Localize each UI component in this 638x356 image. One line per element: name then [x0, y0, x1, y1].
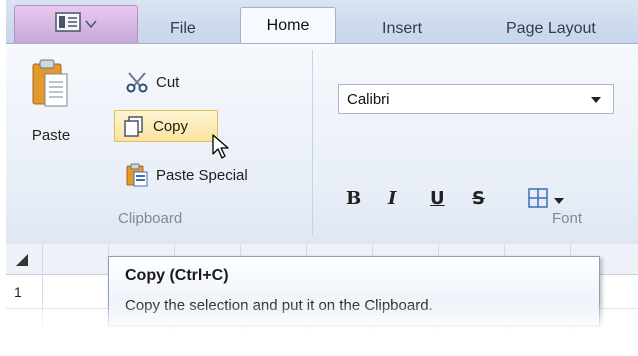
chevron-down-icon: [554, 192, 564, 210]
app-window: File Home Insert Page Layout Paste Cut C…: [6, 0, 638, 330]
paste-special-button[interactable]: Paste Special: [118, 160, 254, 190]
tab-page-layout[interactable]: Page Layout: [506, 20, 596, 38]
mouse-pointer-icon: [212, 134, 230, 165]
paste-special-icon: [124, 163, 150, 187]
cut-button[interactable]: Cut: [118, 68, 185, 96]
font-name-value: Calibri: [347, 91, 390, 108]
clipboard-group-label: Clipboard: [118, 210, 183, 227]
tab-file[interactable]: File: [170, 20, 196, 38]
clipboard-icon: [31, 59, 71, 114]
tooltip-title: Copy (Ctrl+C): [125, 267, 229, 284]
ribbon-tab-bar: File Home Insert Page Layout: [6, 0, 638, 44]
grid-line: [42, 244, 43, 330]
font-group-label: Font: [552, 210, 583, 227]
group-divider: [312, 50, 313, 236]
copy-button[interactable]: Copy: [114, 110, 218, 142]
tab-home[interactable]: Home: [240, 7, 336, 44]
strikethrough-button[interactable]: S: [472, 188, 485, 209]
select-all-icon[interactable]: [16, 254, 28, 266]
italic-button[interactable]: I: [388, 188, 396, 209]
paste-label: Paste: [31, 127, 71, 144]
ribbon-home-panel: Paste Cut Copy Paste Special Clipboard C…: [6, 43, 638, 245]
paste-special-label: Paste Special: [156, 166, 248, 184]
bold-button[interactable]: B: [346, 188, 361, 209]
chevron-down-icon: [591, 97, 601, 103]
tab-insert[interactable]: Insert: [382, 20, 422, 38]
font-name-select[interactable]: Calibri: [338, 84, 614, 114]
paste-button[interactable]: Paste: [18, 58, 84, 144]
borders-icon: [528, 188, 548, 213]
copy-icon: [121, 114, 147, 138]
row-header-1[interactable]: 1: [14, 284, 22, 300]
underline-button[interactable]: U: [430, 188, 445, 209]
tooltip-description: Copy the selection and put it on the Cli…: [125, 297, 433, 314]
cut-label: Cut: [156, 73, 180, 91]
app-menu-icon: [55, 12, 81, 37]
copy-tooltip: Copy (Ctrl+C) Copy the selection and put…: [108, 256, 600, 326]
chevron-down-icon: [85, 16, 97, 34]
scissors-icon: [124, 70, 150, 94]
app-menu-button[interactable]: [14, 5, 138, 43]
copy-label: Copy: [153, 117, 189, 135]
